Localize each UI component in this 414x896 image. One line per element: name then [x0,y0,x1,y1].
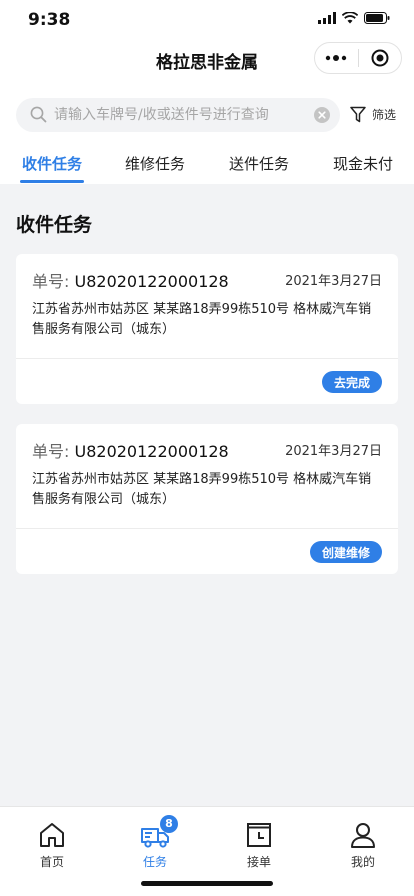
status-bar: 9:38 [0,0,414,40]
filter-label: 筛选 [372,108,397,122]
task-tabs: 收件任务 维修任务 送件任务 现金未付 [0,144,414,184]
nav-bar: 格拉思非金属 [0,40,414,84]
card-divider [16,358,398,359]
user-icon [351,823,375,848]
system-icons [318,12,390,24]
section-title: 收件任务 [16,214,93,236]
order-label: 单号: [32,442,70,461]
search-input[interactable] [54,98,304,132]
order-number: 单号: U82020122000128 [32,268,229,292]
tabbar-label: 任务 [142,855,167,869]
tab-cash-unpaid[interactable]: 现金未付 [333,153,393,174]
more-dots-icon [326,55,347,61]
task-count-badge: 8 [160,815,178,833]
tabbar-item-orders[interactable]: 接单 [224,821,294,870]
search-box[interactable] [16,98,340,132]
tabbar-item-profile[interactable]: 我的 [328,821,398,870]
order-date: 2021年3月27日 [285,274,382,289]
order-date: 2021年3月27日 [285,444,382,459]
tabbar-label: 我的 [350,855,375,869]
home-icon [40,823,64,847]
clock-icon [247,823,271,847]
order-number: 单号: U82020122000128 [32,438,229,462]
order-address: 江苏省苏州市姑苏区 某某路18弄99栋510号 格林威汽车销售服务有限公司（城东… [32,472,372,507]
tab-delivery[interactable]: 送件任务 [229,153,289,174]
tabbar-label: 接单 [246,855,271,869]
close-miniprogram-button[interactable] [359,43,402,73]
complete-button[interactable]: 去完成 [321,371,382,393]
signal-icon [318,12,336,24]
tabbar-label: 首页 [39,855,64,869]
battery-icon [364,12,390,24]
search-icon [30,106,47,123]
task-card[interactable]: 单号: U82020122000128 2021年3月27日 江苏省苏州市姑苏区… [16,424,398,574]
task-card[interactable]: 单号: U82020122000128 2021年3月27日 江苏省苏州市姑苏区… [16,254,398,404]
order-address: 江苏省苏州市姑苏区 某某路18弄99栋510号 格林威汽车销售服务有限公司（城东… [32,302,372,337]
clear-icon[interactable] [314,107,330,123]
order-value: U82020122000128 [74,272,229,291]
target-icon [371,49,389,67]
tabbar-item-tasks[interactable]: 8 任务 [120,815,190,870]
create-repair-button[interactable]: 创建维修 [309,541,382,563]
mini-program-capsule [314,42,402,74]
tab-receive[interactable]: 收件任务 [22,153,82,174]
order-value: U82020122000128 [74,442,229,461]
active-tab-indicator [20,180,84,183]
tab-repair[interactable]: 维修任务 [125,153,185,174]
tabbar-item-home[interactable]: 首页 [17,821,87,870]
filter-icon [350,106,366,123]
order-label: 单号: [32,272,70,291]
status-time: 9:38 [28,10,71,30]
more-button[interactable] [315,43,358,73]
home-indicator[interactable] [141,881,273,886]
filter-button[interactable]: 筛选 [350,106,396,123]
card-divider [16,528,398,529]
wifi-icon [342,12,358,24]
search-row: 筛选 [0,84,414,144]
